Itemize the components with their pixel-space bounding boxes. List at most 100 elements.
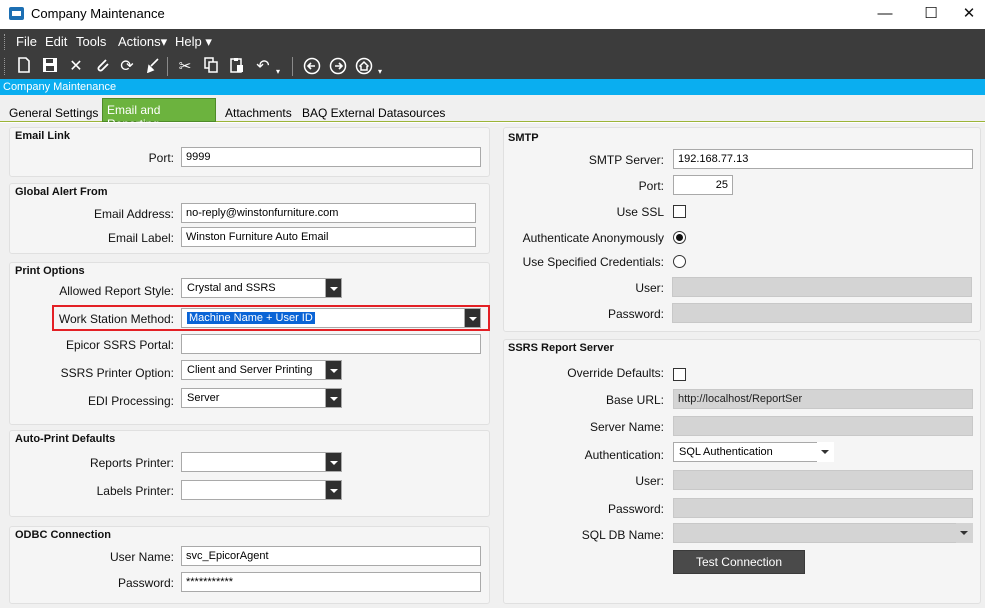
test-connection-button[interactable]: Test Connection [673,550,805,574]
menu-file[interactable]: File [16,34,37,49]
email-address-label: Email Address: [93,207,174,221]
email-link-port-input[interactable]: 9999 [181,147,481,167]
report-style-label: Allowed Report Style: [59,284,174,298]
chevron-down-icon[interactable] [956,523,973,543]
cut-icon[interactable]: ✂ [175,57,195,77]
close-icon[interactable]: ✕ [953,0,985,29]
workstation-method-label: Work Station Method: [58,312,174,326]
refresh-icon[interactable]: ⟳ [117,57,137,77]
undo-dropdown-icon[interactable]: ▾ [276,67,280,76]
edi-processing-label: EDI Processing: [87,394,174,408]
save-icon[interactable] [40,57,60,77]
odbc-password-label: Password: [117,576,174,590]
toolbar-separator [167,57,168,76]
report-style-select[interactable]: Crystal and SSRS [181,278,342,298]
smtp-server-label: SMTP Server: [588,153,664,167]
ssrs-portal-label: Epicor SSRS Portal: [65,338,174,352]
minimize-icon[interactable]: — [862,0,908,29]
back-icon[interactable] [302,57,322,77]
smtp-port-input[interactable]: 25 [673,175,733,195]
odbc-title: ODBC Connection [15,529,111,541]
menu-tools[interactable]: Tools [76,34,106,49]
chevron-down-icon[interactable] [464,308,481,328]
undo-icon[interactable]: ↶ [253,57,273,77]
printer-option-label: SSRS Printer Option: [60,366,174,380]
edi-processing-select[interactable]: Server [181,388,342,408]
printer-option-value: Client and Server Printing [187,364,313,376]
smtp-title: SMTP [508,132,539,144]
tab-baq-external-datasources[interactable]: BAQ External Datasources [302,106,445,120]
auto-print-title: Auto-Print Defaults [15,433,116,445]
chevron-down-icon[interactable] [817,442,834,462]
odbc-password-input[interactable]: *********** [181,572,481,592]
home-dropdown-icon[interactable]: ▾ [378,67,382,76]
toolbar: ✕ ⟳ ✂ ↶ ▾ ▾ [0,54,985,79]
smtp-port-label: Port: [638,179,664,193]
labels-printer-select[interactable] [181,480,342,500]
tab-general-settings[interactable]: General Settings [9,106,98,120]
copy-icon[interactable] [201,57,221,77]
new-icon[interactable] [14,57,34,77]
menu-actions[interactable]: Actions▾ [118,34,167,50]
attach-icon[interactable] [92,57,112,77]
base-url-label: Base URL: [605,393,664,407]
server-name-input[interactable] [673,416,973,436]
email-link-port-label: Port: [148,151,174,165]
smtp-user-input[interactable] [672,277,972,297]
clear-icon[interactable] [143,57,163,77]
chevron-down-icon[interactable] [325,278,342,298]
email-label-input[interactable]: Winston Furniture Auto Email [181,227,476,247]
email-address-input[interactable]: no-reply@winstonfurniture.com [181,203,476,223]
use-ssl-checkbox[interactable] [673,205,686,218]
base-url-input[interactable]: http://localhost/ReportSer [673,389,973,409]
sql-db-name-select[interactable] [673,523,973,543]
smtp-password-input[interactable] [672,303,972,323]
ssrs-user-label: User: [635,474,664,488]
ssrs-password-label: Password: [607,502,664,516]
sql-db-name-label: SQL DB Name: [581,528,664,542]
smtp-server-input[interactable]: 192.168.77.13 [673,149,973,169]
menu-help[interactable]: Help ▾ [175,34,212,50]
printer-option-select[interactable]: Client and Server Printing [181,360,342,380]
authentication-select[interactable]: SQL Authentication [673,442,834,462]
report-style-value: Crystal and SSRS [187,282,276,294]
ssrs-user-input[interactable] [673,470,973,490]
forward-icon[interactable] [328,57,348,77]
odbc-user-label: User Name: [109,550,174,564]
window-title: Company Maintenance [31,6,165,21]
print-options-title: Print Options [15,265,85,277]
home-icon[interactable] [354,57,374,77]
delete-icon[interactable]: ✕ [66,57,86,77]
authentication-label: Authentication: [584,448,664,462]
workstation-method-value: Machine Name + User ID [187,312,315,324]
labels-printer-label: Labels Printer: [96,484,174,498]
auth-anon-label: Authenticate Anonymously [522,231,664,245]
ssrs-portal-input[interactable] [181,334,481,354]
chevron-down-icon[interactable] [325,452,342,472]
reports-printer-label: Reports Printer: [89,456,174,470]
ssrs-password-input[interactable] [673,498,973,518]
override-defaults-label: Override Defaults: [567,366,664,380]
auth-anon-radio[interactable] [673,231,686,244]
menu-edit[interactable]: Edit [45,34,67,49]
tab-email-and-reporting[interactable]: Email and Reporting [102,98,216,131]
chevron-down-icon[interactable] [325,480,342,500]
chevron-down-icon[interactable] [325,360,342,380]
edi-processing-value: Server [187,392,220,404]
reports-printer-select[interactable] [181,452,342,472]
use-creds-radio[interactable] [673,255,686,268]
tab-attachments[interactable]: Attachments [225,106,292,120]
workstation-method-select[interactable]: Machine Name + User ID [181,308,481,328]
toolbar-grip [4,58,7,75]
odbc-user-input[interactable]: svc_EpicorAgent [181,546,481,566]
toolbar-separator [292,57,293,76]
chevron-down-icon[interactable] [325,388,342,408]
paste-icon[interactable] [227,57,247,77]
form-header: Company Maintenance [0,79,985,95]
email-label-label: Email Label: [107,231,174,245]
maximize-icon[interactable]: ☐ [908,0,954,29]
global-alert-title: Global Alert From [15,186,108,198]
override-defaults-checkbox[interactable] [673,368,686,381]
title-bar: Company Maintenance — ☐ ✕ [0,0,985,29]
app-icon [9,7,24,20]
